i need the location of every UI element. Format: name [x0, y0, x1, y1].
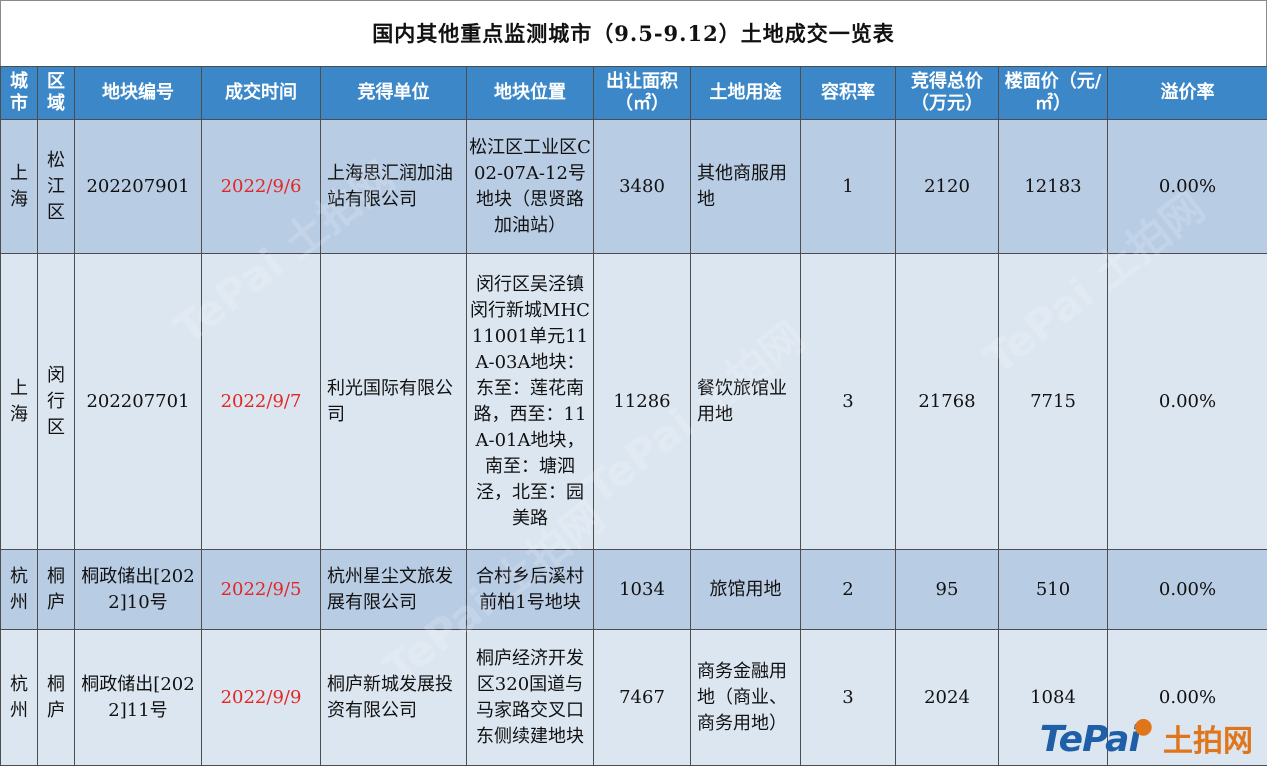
cell-use: 其他商服用地	[690, 119, 801, 254]
cell-location: 闵行区吴泾镇闵行新城MHC11001单元11A-03A地块：东至：莲花南路，西至…	[466, 253, 594, 550]
cell-winner: 上海思汇润加油站有限公司	[320, 119, 467, 254]
header-row: 城市 区域 地块编号 成交时间 竞得单位 地块位置 出让面积（㎡） 土地用途 容…	[0, 66, 1267, 120]
cell-total-price: 21768	[895, 253, 999, 550]
cell-total-price: 2120	[895, 119, 999, 254]
cell-date: 2022/9/7	[201, 253, 321, 550]
header-parcel-id: 地块编号	[74, 66, 202, 120]
logo-en: TePai	[1039, 719, 1141, 760]
cell-area: 11286	[593, 253, 691, 550]
cell-location: 桐庐经济开发区320国道与马家路交叉口东侧续建地块	[466, 629, 594, 766]
cell-location: 松江区工业区C02-07A-12号地块（思贤路加油站）	[466, 119, 594, 254]
cell-winner: 桐庐新城发展投资有限公司	[320, 629, 467, 766]
header-area: 出让面积（㎡）	[593, 66, 691, 120]
cell-date: 2022/9/6	[201, 119, 321, 254]
cell-parcel-id: 202207901	[74, 119, 202, 254]
cell-far: 1	[800, 119, 896, 254]
cell-winner: 利光国际有限公司	[320, 253, 467, 550]
cell-far: 3	[800, 629, 896, 766]
logo-cn: 土拍网	[1163, 724, 1253, 759]
cell-parcel-id: 桐政储出[2022]10号	[74, 549, 202, 630]
header-use: 土地用途	[690, 66, 801, 120]
cell-use: 餐饮旅馆业用地	[690, 253, 801, 550]
cell-premium: 0.00%	[1107, 253, 1267, 550]
cell-district: 桐庐	[37, 549, 75, 630]
header-date: 成交时间	[201, 66, 321, 120]
table-row: 上海 闵行区 202207701 2022/9/7 利光国际有限公司 闵行区吴泾…	[0, 253, 1267, 550]
header-city: 城市	[0, 66, 38, 120]
cell-city: 上海	[0, 119, 38, 254]
cell-far: 3	[800, 253, 896, 550]
tepai-logo: TePai ● 土拍网	[1039, 714, 1253, 760]
table-row: 上海 松江区 202207901 2022/9/6 上海思汇润加油站有限公司 松…	[0, 119, 1267, 254]
cell-area: 3480	[593, 119, 691, 254]
header-premium: 溢价率	[1107, 66, 1267, 120]
cell-city: 杭州	[0, 549, 38, 630]
header-winner: 竞得单位	[320, 66, 467, 120]
cell-winner: 杭州星尘文旅发展有限公司	[320, 549, 467, 630]
cell-district: 闵行区	[37, 253, 75, 550]
cell-far: 2	[800, 549, 896, 630]
header-district: 区域	[37, 66, 75, 120]
cell-date: 2022/9/9	[201, 629, 321, 766]
cell-district: 桐庐	[37, 629, 75, 766]
cell-city: 上海	[0, 253, 38, 550]
table-row: 杭州 桐庐 桐政储出[2022]10号 2022/9/5 杭州星尘文旅发展有限公…	[0, 549, 1267, 630]
cell-date: 2022/9/5	[201, 549, 321, 630]
table-title: 国内其他重点监测城市（9.5-9.12）土地成交一览表	[0, 0, 1267, 66]
cell-parcel-id: 202207701	[74, 253, 202, 550]
cell-total-price: 95	[895, 549, 999, 630]
cell-premium: 0.00%	[1107, 119, 1267, 254]
header-floor-price: 楼面价（元/㎡）	[998, 66, 1108, 120]
cell-district: 松江区	[37, 119, 75, 254]
cell-floor-price: 7715	[998, 253, 1108, 550]
cell-premium: 0.00%	[1107, 549, 1267, 630]
cell-location: 合村乡后溪村前柏1号地块	[466, 549, 594, 630]
cell-use: 旅馆用地	[690, 549, 801, 630]
cell-area: 7467	[593, 629, 691, 766]
cell-floor-price: 510	[998, 549, 1108, 630]
cell-total-price: 2024	[895, 629, 999, 766]
land-transaction-table: 城市 区域 地块编号 成交时间 竞得单位 地块位置 出让面积（㎡） 土地用途 容…	[0, 66, 1267, 766]
cell-parcel-id: 桐政储出[2022]11号	[74, 629, 202, 766]
header-far: 容积率	[800, 66, 896, 120]
header-total-price: 竞得总价（万元）	[895, 66, 999, 120]
cell-city: 杭州	[0, 629, 38, 766]
cell-floor-price: 12183	[998, 119, 1108, 254]
cell-area: 1034	[593, 549, 691, 630]
cell-use: 商务金融用地（商业、商务用地）	[690, 629, 801, 766]
header-location: 地块位置	[466, 66, 594, 120]
logo-dot-icon: ●	[1133, 714, 1153, 739]
